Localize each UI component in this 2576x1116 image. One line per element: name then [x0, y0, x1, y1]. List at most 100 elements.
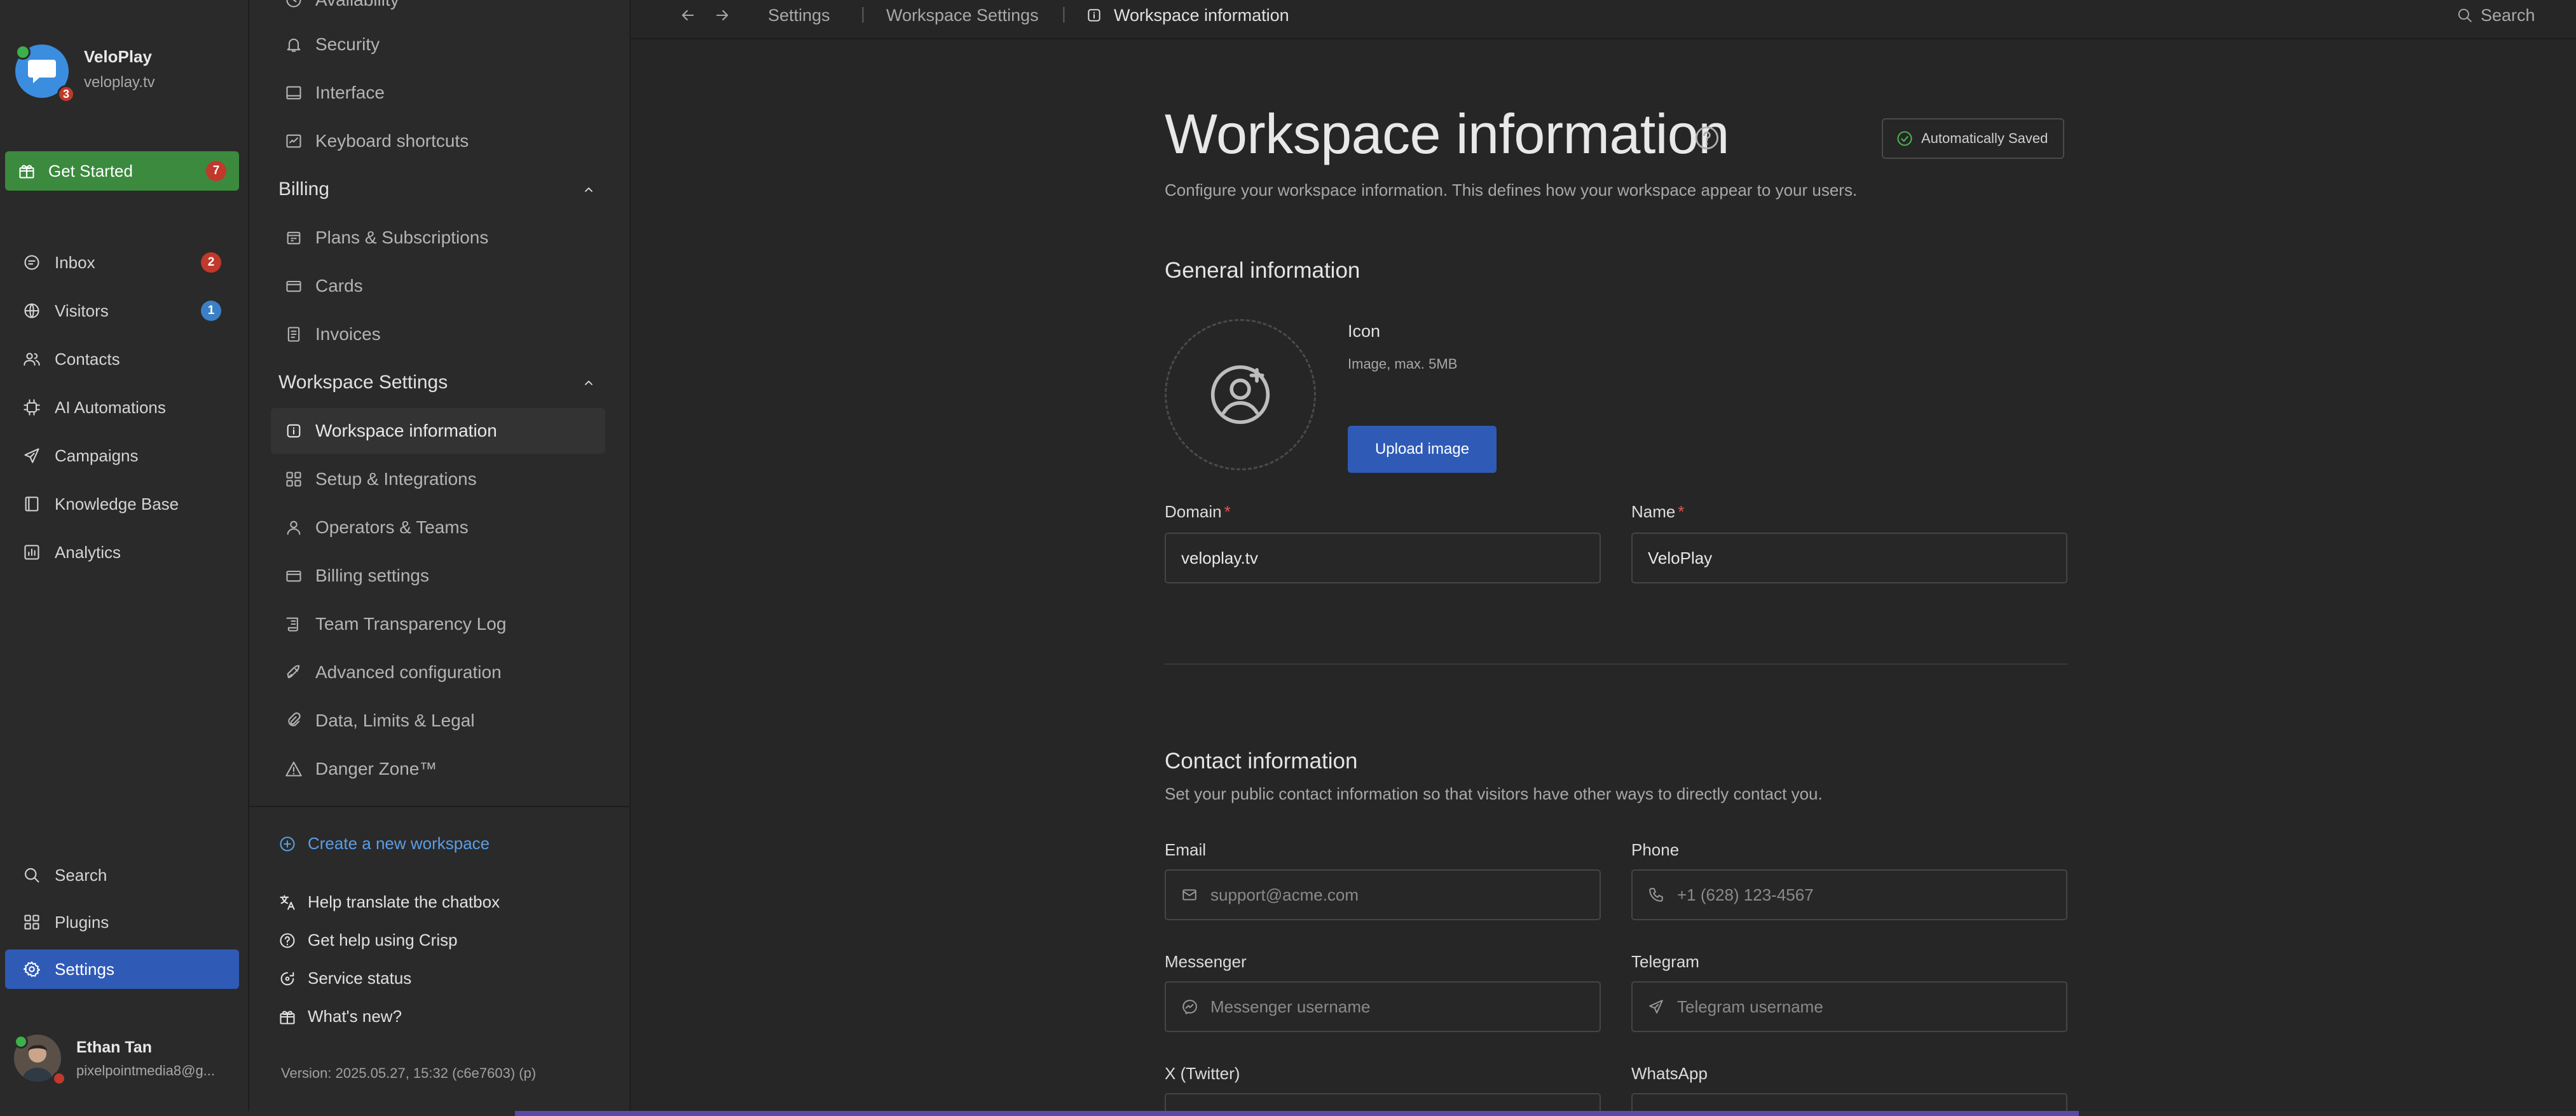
nav-item-label: AI Automations — [55, 397, 166, 417]
breadcrumb-settings[interactable]: Settings — [768, 0, 830, 31]
settings-item-interface[interactable]: Interface — [271, 70, 605, 116]
settings-item-invoices[interactable]: Invoices — [271, 311, 605, 357]
inbox-badge: 2 — [201, 252, 221, 273]
help-translate-link[interactable]: Help translate the chatbox — [278, 892, 500, 912]
settings-item-label: Danger Zone™ — [315, 759, 437, 779]
nav-item-visitors[interactable]: Visitors 1 — [5, 291, 239, 330]
back-button[interactable] — [679, 0, 697, 31]
settings-item-label: Data, Limits & Legal — [315, 711, 475, 730]
settings-item-plans[interactable]: Plans & Subscriptions — [271, 215, 605, 261]
main-sidebar: 3 VeloPlay veloplay.tv Get Started 7 Inb… — [0, 0, 249, 1116]
workspace-name[interactable]: VeloPlay — [84, 47, 152, 67]
user-name[interactable]: Ethan Tan — [76, 1038, 152, 1057]
chart-icon — [24, 545, 39, 560]
name-label: Name * — [1631, 502, 1684, 522]
billing-section-header[interactable]: Billing — [271, 167, 605, 212]
visitors-badge: 1 — [201, 301, 221, 321]
icon-field-hint: Image, max. 5MB — [1348, 356, 1458, 372]
get-started-button[interactable]: Get Started 7 — [5, 151, 239, 191]
required-marker: * — [1224, 502, 1231, 521]
settings-item-operators-teams[interactable]: Operators & Teams — [271, 505, 605, 550]
name-label-text: Name — [1631, 502, 1676, 521]
globe-icon — [24, 303, 39, 318]
help-link-label: Get help using Crisp — [308, 930, 458, 949]
contacts-icon — [24, 353, 40, 366]
nav-item-knowledge-base[interactable]: Knowledge Base — [5, 484, 239, 524]
paperclip-icon — [288, 712, 301, 726]
settings-item-label: Cards — [315, 276, 363, 296]
twitter-field[interactable] — [1165, 1093, 1601, 1112]
info-icon — [1088, 9, 1100, 22]
get-help-link[interactable]: Get help using Crisp — [278, 930, 458, 950]
breadcrumb-separator: | — [1062, 4, 1066, 23]
calendar-icon — [287, 231, 301, 245]
settings-item-cards[interactable]: Cards — [271, 263, 605, 309]
breadcrumb-workspace-settings[interactable]: Workspace Settings — [886, 0, 1039, 31]
rocket-icon — [287, 665, 300, 679]
messenger-field[interactable]: Messenger username — [1165, 981, 1601, 1032]
whatsapp-field[interactable] — [1631, 1093, 2067, 1112]
nav-item-plugins[interactable]: Plugins — [5, 902, 239, 942]
settings-item-availability[interactable]: Availability — [271, 0, 605, 23]
online-indicator — [14, 1035, 28, 1049]
settings-item-advanced-configuration[interactable]: Advanced configuration — [271, 650, 605, 695]
upload-image-button[interactable]: Upload image — [1348, 426, 1497, 473]
icon-upload-dropzone[interactable] — [1165, 319, 1316, 470]
service-status-link[interactable]: Service status — [278, 969, 411, 988]
settings-item-data-limits-legal[interactable]: Data, Limits & Legal — [271, 698, 605, 744]
clock-icon — [286, 0, 301, 8]
help-link-label: Service status — [308, 969, 412, 988]
top-search-label: Search — [2481, 5, 2535, 25]
telegram-field[interactable]: Telegram username — [1631, 981, 2067, 1032]
settings-item-label: Availability — [315, 0, 399, 10]
nav-item-ai-automations[interactable]: AI Automations — [5, 388, 239, 427]
settings-item-label: Operators & Teams — [315, 517, 469, 537]
settings-item-keyboard-shortcuts[interactable]: Keyboard shortcuts — [271, 118, 605, 164]
workspace-unread-badge: 3 — [57, 85, 75, 103]
autosave-status: Automatically Saved — [1882, 118, 2065, 159]
add-user-icon — [1210, 365, 1270, 425]
nav-item-contacts[interactable]: Contacts — [5, 339, 239, 379]
settings-item-security[interactable]: Security — [271, 22, 605, 67]
general-section-title: General information — [1165, 258, 1360, 283]
gift-icon — [280, 1011, 295, 1024]
nav-item-inbox[interactable]: Inbox 2 — [5, 243, 239, 282]
whats-new-link[interactable]: What's new? — [278, 1007, 402, 1026]
phone-icon — [1649, 888, 1663, 902]
create-workspace-link[interactable]: Create a new workspace — [278, 834, 490, 854]
phone-label: Phone — [1631, 840, 1680, 859]
phone-field[interactable]: +1 (628) 123-4567 — [1631, 869, 2067, 920]
breadcrumb-separator: | — [861, 4, 865, 23]
settings-item-workspace-information[interactable]: Workspace information — [271, 408, 605, 454]
workspace-settings-section-header[interactable]: Workspace Settings — [271, 360, 605, 405]
gift-icon — [19, 165, 34, 179]
settings-item-label: Workspace information — [315, 421, 497, 440]
name-field[interactable]: VeloPlay — [1631, 533, 2067, 583]
section-title: Workspace Settings — [278, 372, 448, 393]
app-version: Version: 2025.05.27, 15:32 (c6e7603) (p) — [281, 1065, 537, 1081]
nav-item-label: Analytics — [55, 542, 121, 562]
workspace-avatar[interactable]: 3 — [15, 44, 75, 103]
settings-item-label: Security — [315, 34, 380, 54]
email-field[interactable]: support@acme.com — [1165, 869, 1601, 920]
settings-sidebar: Availability Security Interface Keyboard… — [249, 0, 631, 1116]
domain-field[interactable]: veloplay.tv — [1165, 533, 1601, 583]
top-search[interactable]: Search — [2456, 0, 2535, 31]
settings-item-setup-integrations[interactable]: Setup & Integrations — [271, 456, 605, 502]
settings-item-team-transparency-log[interactable]: Team Transparency Log — [271, 601, 605, 647]
info-icon — [287, 424, 301, 438]
twitter-label: X (Twitter) — [1165, 1064, 1240, 1083]
nav-item-settings[interactable]: Settings — [5, 949, 239, 989]
nav-item-label: Inbox — [55, 252, 95, 272]
settings-item-label: Interface — [315, 83, 385, 102]
nav-item-label: Knowledge Base — [55, 494, 179, 514]
document-icon — [287, 327, 300, 342]
settings-item-danger-zone[interactable]: Danger Zone™ — [271, 746, 605, 792]
settings-item-billing-settings[interactable]: Billing settings — [271, 553, 605, 599]
nav-item-search[interactable]: Search — [5, 855, 239, 895]
nav-item-campaigns[interactable]: Campaigns — [5, 436, 239, 475]
nav-item-analytics[interactable]: Analytics — [5, 533, 239, 572]
forward-button[interactable] — [713, 0, 731, 31]
messenger-placeholder: Messenger username — [1210, 997, 1371, 1016]
help-button[interactable] — [1694, 125, 1720, 151]
